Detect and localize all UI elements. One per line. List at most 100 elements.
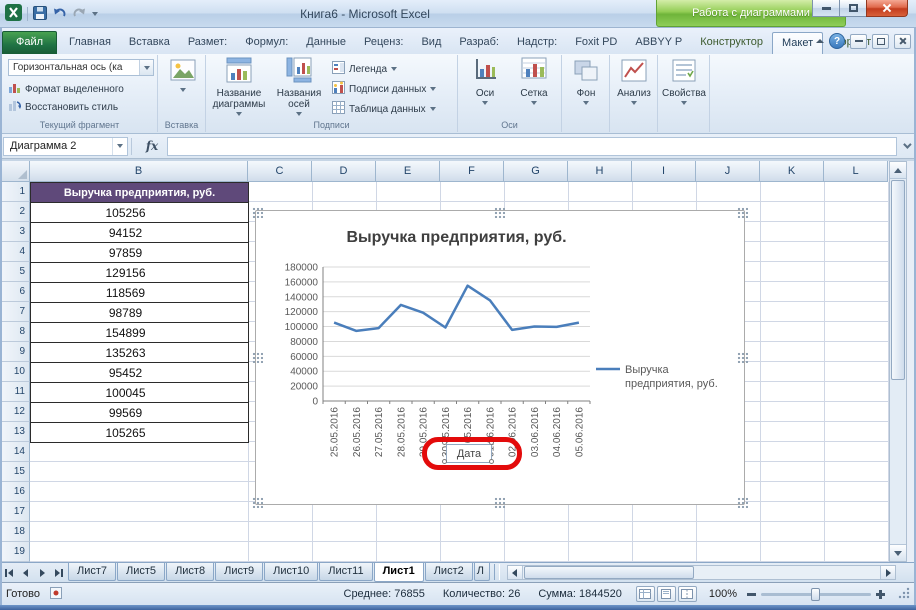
row-header-10[interactable]: 10: [0, 362, 30, 382]
row-header-4[interactable]: 4: [0, 242, 30, 262]
tab-главная[interactable]: Главная: [60, 32, 120, 54]
column-header-G[interactable]: G: [504, 161, 568, 182]
chart-resize-handle[interactable]: [494, 497, 505, 508]
sheet-tab-лист1[interactable]: Лист1: [374, 563, 424, 582]
table-cell-b9[interactable]: 135263: [30, 342, 249, 363]
close-button[interactable]: [866, 0, 908, 17]
horizontal-scroll-thumb[interactable]: [524, 566, 694, 579]
table-cell-b6[interactable]: 118569: [30, 282, 249, 303]
analysis-button[interactable]: Анализ: [616, 59, 652, 105]
table-cell-b2[interactable]: 105256: [30, 202, 249, 223]
page-break-view-icon[interactable]: [678, 586, 697, 602]
column-header-E[interactable]: E: [376, 161, 440, 182]
tab-данные[interactable]: Данные: [297, 32, 355, 54]
table-cell-b10[interactable]: 95452: [30, 362, 249, 383]
tab-abbyy p[interactable]: ABBYY P: [626, 32, 691, 54]
next-sheet-icon[interactable]: [34, 564, 51, 582]
vertical-scrollbar[interactable]: [889, 161, 907, 562]
save-icon[interactable]: [33, 6, 47, 23]
chart-resize-handle[interactable]: [252, 497, 263, 508]
qat-customize-icon[interactable]: [92, 12, 98, 16]
column-header-J[interactable]: J: [696, 161, 760, 182]
gridlines-button[interactable]: Сетка: [512, 57, 556, 105]
table-cell-b8[interactable]: 154899: [30, 322, 249, 343]
data-table-button[interactable]: Таблица данных: [332, 101, 436, 117]
workbook-minimize-icon[interactable]: [850, 34, 867, 49]
column-header-I[interactable]: I: [632, 161, 696, 182]
excel-app-icon[interactable]: [5, 4, 22, 24]
sheet-tab-лист10[interactable]: Лист10: [264, 563, 318, 581]
axis-titles-button[interactable]: Названия осей: [272, 57, 326, 116]
row-header-16[interactable]: 16: [0, 482, 30, 502]
row-header-2[interactable]: 2: [0, 202, 30, 222]
insert-picture-button[interactable]: [168, 57, 198, 92]
first-sheet-icon[interactable]: [0, 564, 17, 582]
prev-sheet-icon[interactable]: [17, 564, 34, 582]
tab-надстр:[interactable]: Надстр:: [508, 32, 566, 54]
resize-grip[interactable]: [897, 586, 910, 602]
column-header-L[interactable]: L: [824, 161, 888, 182]
row-header-19[interactable]: 19: [0, 542, 30, 562]
table-cell-b4[interactable]: 97859: [30, 242, 249, 263]
zoom-out-icon[interactable]: [747, 593, 756, 596]
chart-resize-handle[interactable]: [737, 497, 748, 508]
combo-dropdown-icon[interactable]: [139, 60, 153, 75]
tab-формул:[interactable]: Формул:: [236, 32, 297, 54]
help-icon[interactable]: ?: [829, 33, 845, 49]
select-all-corner[interactable]: [0, 161, 30, 182]
row-header-9[interactable]: 9: [0, 342, 30, 362]
row-header-1[interactable]: 1: [0, 182, 30, 202]
row-header-6[interactable]: 6: [0, 282, 30, 302]
zoom-thumb[interactable]: [811, 588, 820, 601]
table-header-cell[interactable]: Выручка предприятия, руб.: [30, 182, 249, 203]
normal-view-icon[interactable]: [636, 586, 655, 602]
formula-input[interactable]: [167, 137, 897, 156]
scroll-left-icon[interactable]: [508, 566, 523, 579]
expand-formula-bar-icon[interactable]: [899, 137, 913, 156]
table-cell-b3[interactable]: 94152: [30, 222, 249, 243]
redo-icon[interactable]: [72, 6, 87, 22]
sheet-tab-лист11[interactable]: Лист11: [319, 563, 372, 581]
row-header-7[interactable]: 7: [0, 302, 30, 322]
table-cell-b13[interactable]: 105265: [30, 422, 249, 443]
zoom-in-icon[interactable]: [876, 590, 885, 599]
row-header-13[interactable]: 13: [0, 422, 30, 442]
tab-foxit pd[interactable]: Foxit PD: [566, 32, 626, 54]
sheet-tab-лист2[interactable]: Лист2: [425, 563, 473, 581]
last-sheet-icon[interactable]: [51, 564, 68, 582]
tab-файл[interactable]: Файл: [2, 31, 57, 54]
tab-разраб:[interactable]: Разраб:: [450, 32, 508, 54]
insert-function-icon[interactable]: fx: [139, 139, 165, 153]
row-header-17[interactable]: 17: [0, 502, 30, 522]
chart-resize-handle[interactable]: [737, 207, 748, 218]
macro-record-icon[interactable]: [50, 587, 62, 602]
column-header-K[interactable]: K: [760, 161, 824, 182]
column-header-H[interactable]: H: [568, 161, 632, 182]
table-cell-b7[interactable]: 98789: [30, 302, 249, 323]
sheet-tab-лист9[interactable]: Лист9: [215, 563, 263, 581]
scroll-up-icon[interactable]: [890, 162, 906, 179]
column-header-D[interactable]: D: [312, 161, 376, 182]
maximize-button[interactable]: [839, 0, 867, 17]
chart-elements-combo[interactable]: Горизонтальная ось (ка: [8, 59, 154, 76]
chart-title-button[interactable]: Название диаграммы: [208, 57, 270, 116]
tab-реценз:[interactable]: Реценз:: [355, 32, 412, 54]
sheet-tab-лист8[interactable]: Лист8: [166, 563, 214, 581]
row-header-11[interactable]: 11: [0, 382, 30, 402]
zoom-slider[interactable]: [747, 590, 885, 599]
name-box-dropdown-icon[interactable]: [112, 138, 127, 155]
row-header-5[interactable]: 5: [0, 262, 30, 282]
row-header-18[interactable]: 18: [0, 522, 30, 542]
column-header-F[interactable]: F: [440, 161, 504, 182]
name-box[interactable]: Диаграмма 2: [3, 137, 128, 156]
chart-object[interactable]: Выручка предприятия, руб.020000400006000…: [255, 210, 745, 505]
chart-resize-handle[interactable]: [494, 207, 505, 218]
vertical-scroll-thumb[interactable]: [891, 180, 905, 380]
legend-button[interactable]: Легенда: [332, 61, 397, 77]
tab-размет:[interactable]: Размет:: [179, 32, 236, 54]
format-selection-button[interactable]: Формат выделенного: [8, 81, 124, 97]
background-button[interactable]: Фон: [568, 59, 604, 105]
data-labels-button[interactable]: Подписи данных: [332, 81, 436, 97]
undo-icon[interactable]: [52, 6, 67, 22]
tab-вид[interactable]: Вид: [412, 32, 450, 54]
